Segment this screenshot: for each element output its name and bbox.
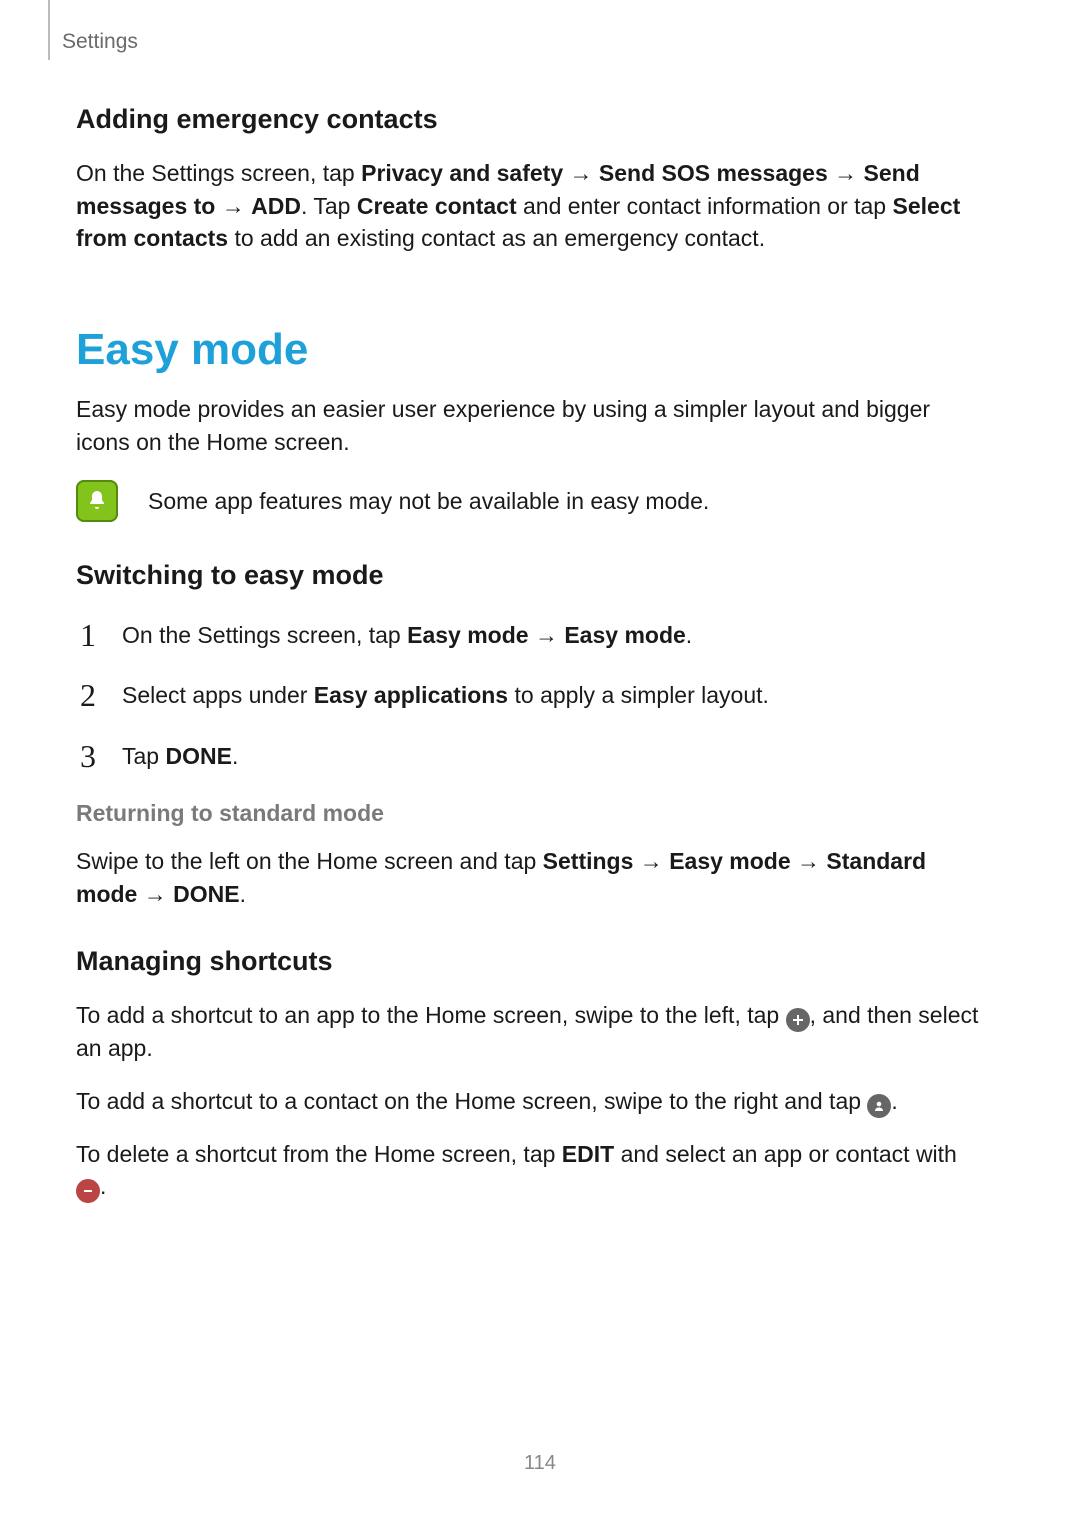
bell-icon-svg [85, 489, 109, 513]
plus-circle-icon [786, 1008, 810, 1032]
paragraph-easy-mode-intro: Easy mode provides an easier user experi… [76, 393, 984, 458]
text: To delete a shortcut from the Home scree… [76, 1141, 562, 1167]
text: . [240, 881, 246, 907]
paragraph-shortcut-delete: To delete a shortcut from the Home scree… [76, 1138, 984, 1204]
step-2: Select apps under Easy applications to a… [76, 679, 984, 711]
bold-edit: EDIT [562, 1141, 614, 1167]
note-text: Some app features may not be available i… [148, 488, 709, 515]
paragraph-shortcut-app: To add a shortcut to an app to the Home … [76, 999, 984, 1065]
bold-add: ADD [251, 193, 301, 219]
page-number: 114 [0, 1452, 1080, 1475]
header-breadcrumb: Settings [62, 30, 138, 54]
heading-easy-mode: Easy mode [76, 325, 984, 375]
heading-adding-emergency-contacts: Adding emergency contacts [76, 104, 984, 135]
text: To add a shortcut to a contact on the Ho… [76, 1088, 867, 1114]
arrow: → [215, 193, 251, 219]
note-row: Some app features may not be available i… [76, 480, 984, 522]
arrow: → [633, 848, 669, 874]
text: to add an existing contact as an emergen… [228, 225, 765, 251]
bold-send-sos-messages: Send SOS messages [599, 160, 828, 186]
bold-easy-mode: Easy mode [564, 622, 685, 648]
text: . [686, 622, 692, 648]
page: Settings Adding emergency contacts On th… [0, 0, 1080, 1527]
paragraph-returning: Swipe to the left on the Home screen and… [76, 845, 984, 910]
text: To add a shortcut to an app to the Home … [76, 1002, 786, 1028]
bold-done: DONE [173, 881, 239, 907]
text: . [100, 1173, 106, 1199]
heading-returning-to-standard-mode: Returning to standard mode [76, 800, 984, 827]
text: Tap [122, 743, 165, 769]
contact-circle-icon [867, 1094, 891, 1118]
text: On the Settings screen, tap [122, 622, 407, 648]
text: . Tap [301, 193, 357, 219]
step-1: On the Settings screen, tap Easy mode → … [76, 619, 984, 651]
paragraph-shortcut-contact: To add a shortcut to a contact on the Ho… [76, 1085, 984, 1118]
bold-done: DONE [165, 743, 231, 769]
arrow: → [828, 160, 864, 186]
text: . [891, 1088, 897, 1114]
minus-circle-icon [76, 1179, 100, 1203]
text: Swipe to the left on the Home screen and… [76, 848, 543, 874]
bold-easy-mode: Easy mode [407, 622, 528, 648]
text: to apply a simpler layout. [508, 682, 769, 708]
text: and select an app or contact with [614, 1141, 957, 1167]
header-accent-rule [48, 0, 50, 60]
text: Select apps under [122, 682, 314, 708]
bell-icon [76, 480, 118, 522]
bold-privacy-and-safety: Privacy and safety [361, 160, 563, 186]
heading-switching-to-easy-mode: Switching to easy mode [76, 560, 984, 591]
bold-create-contact: Create contact [357, 193, 517, 219]
arrow: → [137, 881, 173, 907]
arrow: → [563, 160, 599, 186]
paragraph-emergency-contacts: On the Settings screen, tap Privacy and … [76, 157, 984, 255]
steps-list: On the Settings screen, tap Easy mode → … [76, 619, 984, 772]
text: and enter contact information or tap [517, 193, 893, 219]
arrow: → [791, 848, 827, 874]
text: . [232, 743, 238, 769]
arrow: → [529, 622, 565, 648]
page-content: Adding emergency contacts On the Setting… [76, 104, 984, 1203]
heading-managing-shortcuts: Managing shortcuts [76, 946, 984, 977]
bold-settings: Settings [543, 848, 634, 874]
bold-easy-applications: Easy applications [314, 682, 508, 708]
step-3: Tap DONE. [76, 740, 984, 772]
text: On the Settings screen, tap [76, 160, 361, 186]
bold-easy-mode: Easy mode [669, 848, 790, 874]
